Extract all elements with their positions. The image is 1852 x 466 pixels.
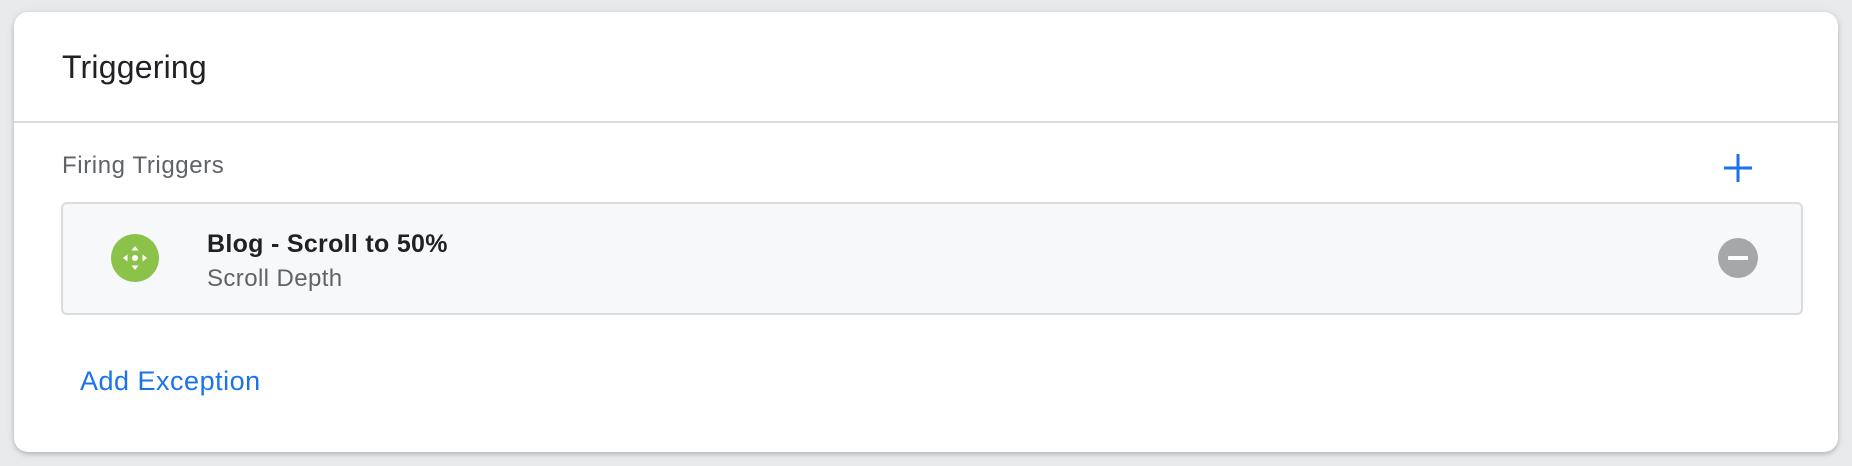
header-divider bbox=[14, 121, 1838, 123]
add-trigger-button[interactable] bbox=[1712, 142, 1764, 194]
card-title: Triggering bbox=[62, 49, 207, 85]
trigger-name: Blog - Scroll to 50% bbox=[207, 230, 448, 258]
remove-trigger-button[interactable] bbox=[1718, 238, 1758, 278]
plus-icon bbox=[1724, 154, 1752, 182]
add-exception-link[interactable]: Add Exception bbox=[80, 366, 261, 397]
trigger-type: Scroll Depth bbox=[207, 265, 343, 292]
trigger-row[interactable]: Blog - Scroll to 50% Scroll Depth bbox=[61, 202, 1803, 315]
scroll-depth-icon bbox=[111, 234, 159, 282]
remove-circle-icon bbox=[1728, 256, 1748, 260]
firing-triggers-label: Firing Triggers bbox=[62, 152, 225, 179]
triggering-card: Triggering Firing Triggers Blog - Scroll… bbox=[14, 12, 1838, 452]
